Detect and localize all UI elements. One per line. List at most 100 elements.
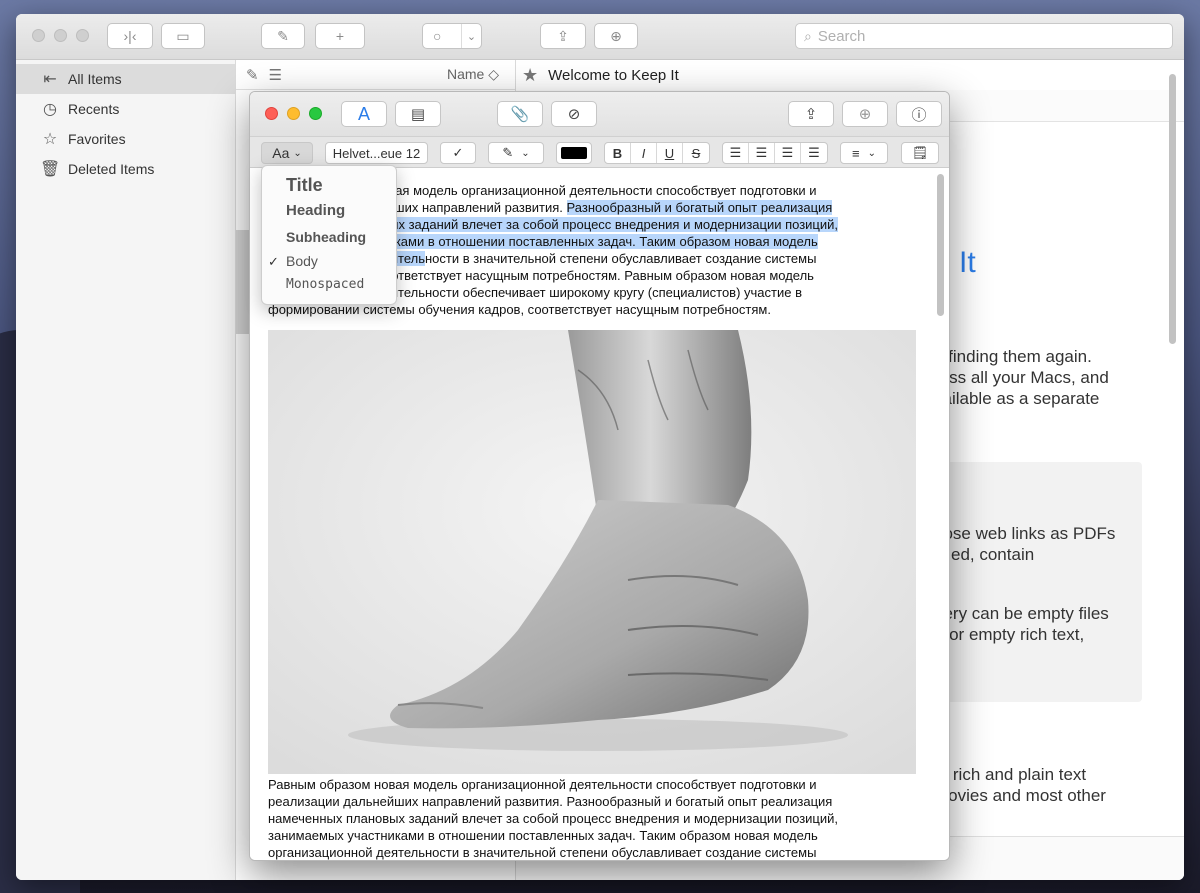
checkmark-icon: ✓: [452, 145, 464, 160]
justify-button[interactable]: ☰: [801, 143, 827, 163]
highlight-color-popup[interactable]: ✎ ⌄: [488, 142, 544, 164]
collaborate-button[interactable]: ⊕: [594, 23, 638, 49]
close-button[interactable]: [265, 107, 278, 120]
text-color-well[interactable]: [556, 142, 592, 164]
sidebar-item-favorites[interactable]: ☆ Favorites: [16, 124, 235, 154]
note-text-fragment: n, rich and plain text: [934, 765, 1087, 784]
check-spelling-button[interactable]: ✓: [440, 142, 476, 164]
compose-icon: ✎: [277, 27, 289, 44]
note-text-fragment: hery can be empty files: [934, 604, 1109, 623]
editor-toolbar: A ▤ 📎 ⊘ ⇪ ⊕ ⓘ: [250, 92, 949, 136]
collapse-panes-button[interactable]: ›|‹: [107, 23, 153, 49]
add-person-icon: ⊕: [858, 106, 872, 123]
sidebar-icon: ▭: [176, 27, 190, 44]
paperclip-icon: 📎: [510, 106, 530, 123]
underline-button[interactable]: U: [657, 143, 683, 163]
toggle-sidebar-button[interactable]: ▭: [161, 23, 205, 49]
favorite-star-icon[interactable]: ★: [522, 65, 538, 86]
label-popup-button[interactable]: ○ ⌄: [422, 23, 482, 49]
editor-collaborate-button[interactable]: ⊕: [842, 101, 888, 127]
text-line: намеченных плановых заданий влечет за со…: [268, 811, 839, 826]
minimize-button-inactive[interactable]: [54, 29, 67, 42]
selected-text: Разнообразный и богатый опыт реализация: [566, 200, 833, 215]
inspector-button[interactable]: 🗒: [901, 142, 939, 164]
sort-by-name-button[interactable]: Name ◇: [447, 66, 499, 83]
star-icon: ☆: [42, 131, 58, 148]
minimize-button[interactable]: [287, 107, 300, 120]
all-items-icon: ⇤: [43, 71, 57, 88]
note-title: Welcome to Keep It: [548, 66, 679, 84]
align-left-button[interactable]: ☰: [723, 143, 749, 163]
note-scrollbar[interactable]: [1169, 74, 1176, 344]
menu-item-title[interactable]: Title: [262, 172, 396, 198]
add-person-icon: ⊕: [610, 27, 622, 44]
align-center-button[interactable]: ☰: [749, 143, 775, 163]
close-button-inactive[interactable]: [32, 29, 45, 42]
bold-button[interactable]: B: [605, 143, 631, 163]
link-button[interactable]: ⊘: [551, 101, 597, 127]
menu-item-label: Body: [286, 253, 318, 269]
clock-icon: ◷: [43, 101, 57, 118]
format-text-button[interactable]: A: [341, 101, 387, 127]
sidebar-item-all-items[interactable]: ⇤ All Items: [16, 64, 235, 94]
media-button[interactable]: ▤: [395, 101, 441, 127]
paragraph-style-popup[interactable]: Aa ⌄: [261, 142, 313, 164]
edit-tags-icon[interactable]: ✎: [246, 66, 259, 84]
font-label: Helvet...eue 12: [332, 145, 421, 161]
zoom-button-inactive[interactable]: [76, 29, 89, 42]
menu-item-heading[interactable]: Heading: [262, 198, 396, 224]
info-icon: ⓘ: [911, 106, 927, 124]
strikethrough-button[interactable]: S: [683, 143, 709, 163]
sidebar-item-label: Deleted Items: [68, 161, 155, 177]
zoom-button[interactable]: [309, 107, 322, 120]
text-line: организационной деятельности в значитель…: [268, 845, 817, 860]
text-line: реализации дальнейших направлений развит…: [268, 794, 833, 809]
note-text-fragment: vailable as a separate: [934, 389, 1100, 408]
note-text-fragment: ross all your Macs, and: [934, 368, 1109, 387]
editor-scrollbar[interactable]: [937, 174, 944, 316]
note-text-fragment: movies and most other: [934, 786, 1106, 805]
italic-button[interactable]: I: [631, 143, 657, 163]
sidebar-item-deleted-items[interactable]: 🗑 Deleted Items: [16, 154, 235, 184]
color-swatch: [561, 147, 587, 159]
chevron-down-icon: ⌄: [521, 147, 530, 159]
highlighter-icon: ✎: [502, 145, 514, 160]
edit-button[interactable]: ✎: [261, 23, 305, 49]
menu-item-label: Heading: [286, 202, 346, 219]
chevron-down-icon: ⌄: [293, 147, 302, 159]
align-right-button[interactable]: ☰: [775, 143, 801, 163]
sidebar: ⇤ All Items ◷ Recents ☆ Favorites 🗑 Dele…: [16, 60, 236, 880]
compass-icon: ⊘: [567, 106, 581, 123]
text-line: занимаемых участниками в отношении поста…: [268, 828, 818, 843]
font-picker[interactable]: Helvet...eue 12: [325, 142, 428, 164]
sidebar-item-recents[interactable]: ◷ Recents: [16, 94, 235, 124]
text-format-icon: A: [357, 103, 370, 124]
note-text-fragment: r for empty rich text,: [934, 625, 1085, 644]
search-field[interactable]: ⌕ Search: [795, 23, 1173, 49]
add-button[interactable]: +: [315, 23, 365, 49]
list-header: ✎ ☰ Name ◇: [236, 60, 515, 90]
search-icon: ⌕: [804, 27, 812, 44]
trash-icon: 🗑: [40, 161, 61, 178]
note-text-fragment: d finding them again.: [934, 347, 1092, 366]
menu-item-body[interactable]: ✓ Body: [262, 251, 396, 272]
sidebar-item-label: Recents: [68, 101, 120, 117]
list-options-icon[interactable]: ☰: [269, 66, 282, 84]
note-header: ★ Welcome to Keep It: [516, 60, 1184, 90]
share-button[interactable]: ⇪: [540, 23, 586, 49]
embedded-photo[interactable]: [268, 330, 916, 774]
text-run: ности в значительной степени обуславлива…: [425, 251, 817, 266]
chevron-down-icon: ⌄: [867, 147, 876, 159]
editor-share-button[interactable]: ⇪: [788, 101, 834, 127]
menu-item-subheading[interactable]: Subheading: [262, 224, 396, 251]
alignment-segment: ☰ ☰ ☰ ☰: [722, 142, 828, 164]
attach-button[interactable]: 📎: [497, 101, 543, 127]
selected-list-row[interactable]: [236, 230, 250, 334]
text-line: Равным образом новая модель организацион…: [268, 777, 817, 792]
menu-item-monospaced[interactable]: Monospaced: [262, 272, 396, 298]
sidebar-item-label: All Items: [68, 71, 122, 87]
list-style-popup[interactable]: ≡ ⌄: [840, 142, 888, 164]
film-icon: ▤: [410, 106, 426, 123]
text-style-segment: B I U S: [604, 142, 710, 164]
info-button[interactable]: ⓘ: [896, 101, 942, 127]
